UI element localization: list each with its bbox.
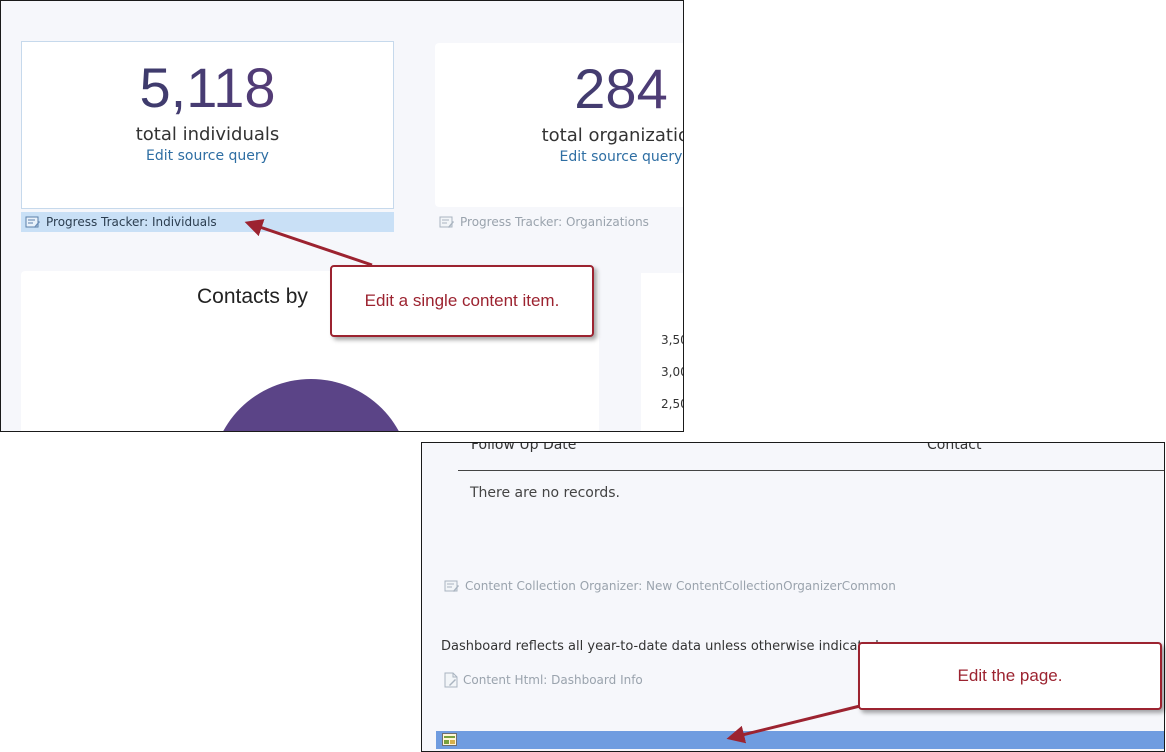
stat-label: total organization xyxy=(541,125,683,146)
y-tick-label: 3,50 xyxy=(661,333,683,347)
edit-page-icon xyxy=(442,733,457,746)
callout-edit-page: Edit the page. xyxy=(858,642,1162,710)
part-label: Content Collection Organizer: New Conten… xyxy=(465,579,896,593)
column-header-contact[interactable]: Contact xyxy=(927,443,981,453)
dashboard-info-text: Dashboard reflects all year-to-date data… xyxy=(441,639,883,654)
column-header-follow-up-date[interactable]: Follow Up Date xyxy=(471,443,576,453)
stat-card-organizations: 284 total organization Edit source query xyxy=(435,43,683,207)
part-edit-bar-collection-organizer[interactable]: Content Collection Organizer: New Conten… xyxy=(444,579,896,593)
part-edit-bar-content-html[interactable]: Content Html: Dashboard Info xyxy=(444,672,643,688)
part-edit-bar-individuals[interactable]: Progress Tracker: Individuals xyxy=(21,212,394,232)
part-edit-bar-organizations[interactable]: Progress Tracker: Organizations xyxy=(435,212,683,232)
page-edit-bar[interactable] xyxy=(436,731,1164,749)
callout-edit-content-item: Edit a single content item. xyxy=(330,265,594,337)
edit-html-icon xyxy=(444,672,458,688)
edit-source-query-link[interactable]: Edit source query xyxy=(435,149,683,165)
edit-part-icon xyxy=(439,216,454,228)
stat-value: 284 xyxy=(435,57,683,121)
callout-text: Edit the page. xyxy=(957,666,1063,685)
stat-label: total individuals xyxy=(135,124,280,145)
empty-table-message: There are no records. xyxy=(470,485,620,501)
bar-chart-card: 3,50 3,00 2,50 xyxy=(641,273,683,431)
stat-card-individuals: 5,118 total individuals Edit source quer… xyxy=(21,41,394,209)
edit-source-query-link[interactable]: Edit source query xyxy=(22,148,393,164)
callout-text: Edit a single content item. xyxy=(364,291,560,310)
dashboard-top-panel: 5,118 total individuals Edit source quer… xyxy=(0,0,684,432)
y-tick-label: 2,50 xyxy=(661,397,683,411)
chart-title: Contacts by xyxy=(197,285,308,308)
stat-value: 5,118 xyxy=(22,56,393,120)
part-label: Progress Tracker: Organizations xyxy=(460,215,649,229)
edit-part-icon xyxy=(25,216,40,228)
pie-slice xyxy=(211,379,411,431)
y-tick-label: 3,00 xyxy=(661,365,683,379)
table-header-divider xyxy=(458,470,1164,471)
part-label: Progress Tracker: Individuals xyxy=(46,215,217,229)
edit-part-icon xyxy=(444,580,459,592)
part-label: Content Html: Dashboard Info xyxy=(463,673,643,687)
